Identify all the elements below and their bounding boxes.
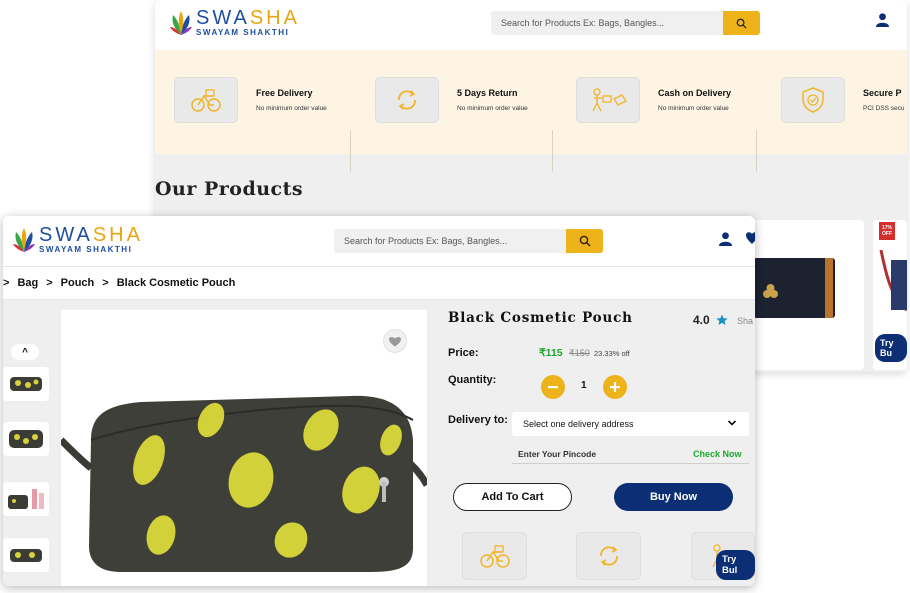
product-page-window: SWASHA SWAYAM SHAKTHI Search for Product… — [3, 216, 755, 586]
quantity-increase-button[interactable] — [603, 375, 627, 399]
brand-name-part2: SHA — [249, 7, 300, 29]
lotus-logo-icon — [170, 10, 192, 35]
add-to-cart-button[interactable]: Add To Cart — [453, 483, 572, 511]
delivery-address-select[interactable]: Select one delivery address — [512, 412, 749, 436]
rating-value: 4.0 — [693, 313, 710, 327]
feature-title: Cash on Delivery — [658, 88, 732, 98]
breadcrumb-separator: > — [102, 277, 109, 289]
quantity-decrease-button[interactable] — [541, 375, 565, 399]
product-thumbnail[interactable] — [3, 422, 49, 456]
breadcrumb-item-current: Black Cosmetic Pouch — [116, 277, 236, 289]
product-thumbnail[interactable] — [3, 482, 49, 516]
brand-name-part1: SWA — [39, 224, 93, 246]
user-account-icon[interactable] — [875, 12, 890, 32]
bicycle-delivery-icon — [462, 532, 527, 580]
quantity-value: 1 — [581, 380, 587, 391]
product-title: Black Cosmetic Pouch — [448, 310, 633, 326]
bicycle-delivery-icon — [174, 77, 238, 123]
brand-tagline: SWAYAM SHAKTHI — [39, 245, 133, 254]
breadcrumb-item-bag[interactable]: Bag — [17, 277, 38, 289]
star-icon — [716, 314, 728, 325]
feature-title: Secure P — [863, 88, 902, 98]
features-strip: Free Delivery No minimum order value 5 D… — [155, 50, 907, 172]
search-icon — [579, 235, 590, 247]
wishlist-heart-button[interactable] — [383, 329, 407, 353]
return-arrows-icon — [375, 77, 439, 123]
breadcrumb-separator: > — [46, 277, 53, 289]
cosmetic-pouch-image — [58, 310, 431, 586]
quantity-label: Quantity: — [448, 374, 497, 386]
brand-name-part2: SHA — [92, 224, 143, 246]
lotus-logo-icon — [13, 227, 35, 252]
product-rating: 4.0 — [693, 313, 728, 327]
thumbnail-image — [10, 549, 42, 562]
site-header: SWASHA SWAYAM SHAKTHI Search for Product… — [155, 0, 907, 50]
feature-returns: 5 Days Return No minimum order value — [375, 77, 528, 123]
breadcrumb: > Bag > Pouch > Black Cosmetic Pouch — [3, 266, 755, 300]
thumbnail-image — [9, 430, 43, 448]
feature-cash-on-delivery: Cash on Delivery No minimum order value — [576, 77, 731, 123]
return-arrows-icon — [576, 532, 641, 580]
heart-icon — [389, 336, 401, 346]
price-current: ₹115 — [539, 347, 563, 359]
price-discount: 23.33% off — [594, 349, 630, 358]
product-main-image — [58, 310, 431, 586]
feature-subtitle: No minimum order value — [658, 105, 729, 112]
cash-delivery-icon — [576, 77, 640, 123]
search-button[interactable] — [566, 229, 603, 253]
feature-subtitle: No minimum order value — [457, 105, 528, 112]
brand-logo[interactable]: SWASHA SWAYAM SHAKTHI — [169, 8, 300, 37]
share-link[interactable]: Sha — [737, 316, 753, 326]
chevron-down-icon — [727, 420, 737, 426]
thumbnail-up-button[interactable]: ^ — [11, 344, 39, 360]
search-input[interactable]: Search for Products Ex: Bags, Bangles... — [334, 229, 566, 253]
feature-free-delivery: Free Delivery No minimum order value — [174, 77, 327, 123]
wishlist-icon[interactable] — [746, 231, 755, 250]
price-label: Price: — [448, 347, 479, 359]
product-card[interactable]: 17% OFF Try Bu — [873, 220, 907, 370]
feature-divider — [552, 130, 553, 172]
minus-icon — [548, 386, 558, 389]
check-now-link[interactable]: Check Now — [693, 449, 742, 459]
product-thumbnail[interactable] — [3, 538, 49, 572]
section-title: Our Products — [155, 178, 304, 200]
search-bar: Search for Products Ex: Bags, Bangles... — [491, 11, 760, 35]
brand-logo[interactable]: SWASHA SWAYAM SHAKTHI — [12, 225, 143, 254]
product-card[interactable] — [753, 220, 864, 370]
search-icon — [736, 18, 747, 29]
plus-icon — [610, 382, 620, 392]
feature-title: Free Delivery — [256, 88, 313, 98]
buy-now-button[interactable]: Buy Now — [614, 483, 733, 511]
user-account-icon[interactable] — [718, 231, 733, 251]
shield-check-icon — [781, 77, 845, 123]
feature-title: 5 Days Return — [457, 88, 518, 98]
feature-secure-payment: Secure P PCI DSS secu — [781, 77, 905, 123]
feature-divider — [350, 130, 351, 172]
search-input[interactable]: Search for Products Ex: Bags, Bangles... — [491, 11, 723, 35]
try-bulk-button[interactable]: Try Bu — [875, 334, 907, 362]
try-bulk-button[interactable]: Try Bul — [716, 550, 755, 580]
feature-subtitle: PCI DSS secu — [863, 105, 905, 112]
thumbnail-image — [10, 377, 42, 391]
site-header: SWASHA SWAYAM SHAKTHI Search for Product… — [3, 216, 755, 266]
discount-badge: 17% OFF — [879, 222, 895, 240]
search-bar: Search for Products Ex: Bags, Bangles... — [334, 229, 603, 253]
breadcrumb-item-pouch[interactable]: Pouch — [61, 277, 95, 289]
feature-subtitle: No minimum order value — [256, 105, 327, 112]
delivery-select-value: Select one delivery address — [523, 419, 634, 429]
brand-name-part1: SWA — [196, 7, 250, 29]
brand-tagline: SWAYAM SHAKTHI — [196, 28, 290, 37]
delivery-label: Delivery to: — [448, 414, 508, 426]
thumbnail-image — [8, 489, 44, 509]
breadcrumb-separator: > — [3, 277, 10, 289]
search-button[interactable] — [723, 11, 760, 35]
feature-divider — [756, 130, 757, 172]
wallet-product-image — [753, 220, 864, 370]
price-original: ₹150 — [569, 348, 590, 358]
product-thumbnail[interactable] — [3, 367, 49, 401]
